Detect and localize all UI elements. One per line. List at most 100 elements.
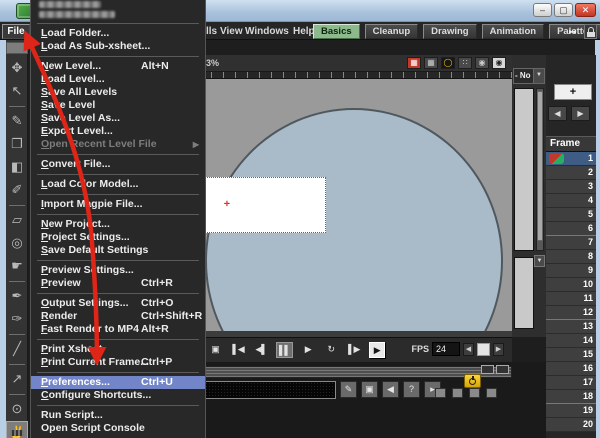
toolbar-handle[interactable] — [6, 42, 28, 54]
fps-field[interactable]: 24 — [432, 342, 460, 356]
menu-item[interactable]: Preview Ctrl+R ▶ — [31, 277, 205, 290]
xsheet-frame-row[interactable]: 8 — [546, 250, 596, 264]
menu-item[interactable]: Configure Shortcuts... ▶ — [31, 389, 205, 402]
menu-item[interactable]: Save All Levels ▶ — [31, 86, 205, 99]
scrollbar-thumb[interactable] — [537, 91, 543, 241]
scroll-down-button[interactable]: ▼ — [534, 255, 545, 267]
menu-item[interactable]: Print Xsheet ▶ — [31, 343, 205, 356]
xsheet-frame-row[interactable]: 4 — [546, 194, 596, 208]
safe-area-button[interactable]: ◯ — [441, 57, 455, 69]
room-flip-icon[interactable]: ▸◂ — [569, 27, 575, 36]
panel-option-button[interactable] — [496, 365, 509, 374]
menu-item[interactable]: Preferences... Ctrl+U ▶ — [31, 376, 205, 389]
room-tab[interactable]: Cleanup — [365, 24, 418, 39]
save-scene-button[interactable]: ▣ — [361, 381, 378, 398]
redacted-menu-item[interactable]: ▶ — [31, 0, 205, 10]
tape-tool-icon[interactable]: ◎ — [6, 232, 28, 255]
menu-item[interactable]: Load As Sub-xsheet... ▶ — [31, 40, 205, 53]
menu-item[interactable]: Save Level As... ▶ — [31, 112, 205, 125]
play-button[interactable]: ▶ — [300, 342, 316, 358]
power-button[interactable] — [464, 374, 481, 388]
maximize-button[interactable]: ▢ — [554, 3, 573, 17]
menu-help[interactable]: Help — [293, 26, 315, 37]
zoom-tool-icon[interactable]: ⊙ — [6, 398, 28, 421]
animate-tool-icon[interactable]: ✥ — [6, 57, 28, 80]
xsheet-frame-row[interactable]: 10 — [546, 278, 596, 292]
fps-increase-button[interactable]: ▶ — [493, 343, 504, 356]
xsheet-frame-row[interactable]: 7 — [546, 236, 596, 250]
loop-button[interactable]: ↻ — [323, 342, 339, 358]
xsheet-frame-row[interactable]: 15 — [546, 348, 596, 362]
room-tab[interactable]: Basics — [313, 24, 360, 39]
camera-table-view-button[interactable]: ▦ — [424, 57, 438, 69]
scene-thumbnail-icon[interactable] — [435, 388, 446, 398]
xsheet-frame-row[interactable]: 20 — [546, 418, 596, 432]
redacted-menu-item[interactable]: ▶ — [31, 10, 205, 20]
sub-camera-preview-button[interactable]: ◉ — [492, 57, 506, 69]
menu-item[interactable]: Run Script... ▶ — [31, 409, 205, 422]
menu-item[interactable]: Open Recent Level File ▶ — [31, 138, 205, 151]
control-point-editor-tool-icon[interactable]: ↗ — [6, 368, 28, 391]
minimize-button[interactable]: – — [533, 3, 552, 17]
menu-item[interactable]: New Project... ▶ — [31, 218, 205, 231]
xsheet-frame-row[interactable]: 12 — [546, 306, 596, 320]
menu-item[interactable]: Fast Render to MP4 Alt+R ▶ — [31, 323, 205, 336]
paint-brush-tool-icon[interactable]: ✐ — [6, 179, 28, 202]
help-button[interactable]: ? — [403, 381, 420, 398]
xsheet-frame-row[interactable]: 1 — [546, 152, 596, 166]
xsheet-frame-row[interactable]: 6 — [546, 222, 596, 236]
menu-item[interactable]: Load Folder... ▶ — [31, 27, 205, 40]
xsheet-frame-row[interactable]: 5 — [546, 208, 596, 222]
checker-background-button[interactable]: ∷ — [458, 57, 472, 69]
freeze-button[interactable]: ▦ — [407, 57, 421, 69]
pause-button[interactable]: ▌▌ — [276, 342, 293, 358]
room-tab[interactable]: Animation — [482, 24, 544, 39]
rgb-picker-tool-icon[interactable]: ✑ — [6, 308, 28, 331]
xsheet-frame-row[interactable]: 14 — [546, 334, 596, 348]
menu-item[interactable]: Load Level... ▶ — [31, 73, 205, 86]
next-frame-nav-button[interactable]: ▶ — [571, 106, 590, 121]
xsheet-frame-row[interactable]: 2 — [546, 166, 596, 180]
xsheet-frame-row[interactable]: 18 — [546, 390, 596, 404]
menu-item[interactable]: Open Script Console ▶ — [31, 422, 205, 435]
level-strip-cells[interactable] — [514, 88, 534, 251]
menu-item[interactable]: Save Level ▶ — [31, 99, 205, 112]
toolbar-grip[interactable] — [10, 430, 24, 436]
menu-view[interactable]: View — [220, 26, 243, 37]
menu-item[interactable]: Render Ctrl+Shift+R ▶ — [31, 310, 205, 323]
viewer-canvas[interactable]: ✛ — [195, 79, 512, 337]
room-tab[interactable]: Drawing — [423, 24, 476, 39]
scene-thumbnail-icon[interactable] — [452, 388, 463, 398]
lock-rooms-icon[interactable] — [584, 24, 597, 39]
xsheet-frame-row[interactable]: 13 — [546, 320, 596, 334]
panel-option-button[interactable] — [481, 365, 494, 374]
chevron-down-icon[interactable]: ▼ — [534, 68, 545, 84]
ruler-tool-icon[interactable]: ╱ — [6, 338, 28, 361]
xsheet-frame-row[interactable]: 16 — [546, 362, 596, 376]
first-frame-button[interactable]: ▌◀ — [230, 342, 246, 358]
menu-item[interactable]: Preview Settings... ▶ — [31, 264, 205, 277]
sub-camera-button[interactable]: ▣ — [207, 342, 223, 358]
close-button[interactable]: ✕ — [575, 3, 596, 17]
xsheet-frame-row[interactable]: 19 — [546, 404, 596, 418]
level-strip-scrollbar[interactable] — [536, 88, 544, 251]
prev-frame-nav-button[interactable]: ◀ — [548, 106, 567, 121]
menu-item[interactable]: Load Color Model... ▶ — [31, 178, 205, 191]
menu-item[interactable]: Print Current Frame... Ctrl+P ▶ — [31, 356, 205, 369]
next-frame-button[interactable]: ▌▶ — [346, 342, 362, 358]
add-frame-button[interactable]: + — [554, 84, 592, 100]
scene-thumbnail-icon[interactable] — [469, 388, 480, 398]
prev-frame-button[interactable]: ◀▌ — [253, 342, 269, 358]
menu-item[interactable]: Export Level... ▶ — [31, 125, 205, 138]
menu-item[interactable]: Project Settings... ▶ — [31, 231, 205, 244]
fps-slider-handle[interactable] — [477, 343, 490, 356]
menu-item[interactable]: Convert File... ▶ — [31, 158, 205, 171]
eraser-tool-icon[interactable]: ▱ — [6, 209, 28, 232]
menu-item[interactable]: Import Magpie File... ▶ — [31, 198, 205, 211]
xsheet-frame-row[interactable]: 9 — [546, 264, 596, 278]
command-bar[interactable] — [198, 381, 336, 399]
preview-button[interactable]: ◉ — [475, 57, 489, 69]
xsheet-frame-row[interactable]: 11 — [546, 292, 596, 306]
menu-cells-fragment[interactable]: lls — [206, 26, 217, 37]
level-strip-cells[interactable] — [514, 257, 534, 329]
